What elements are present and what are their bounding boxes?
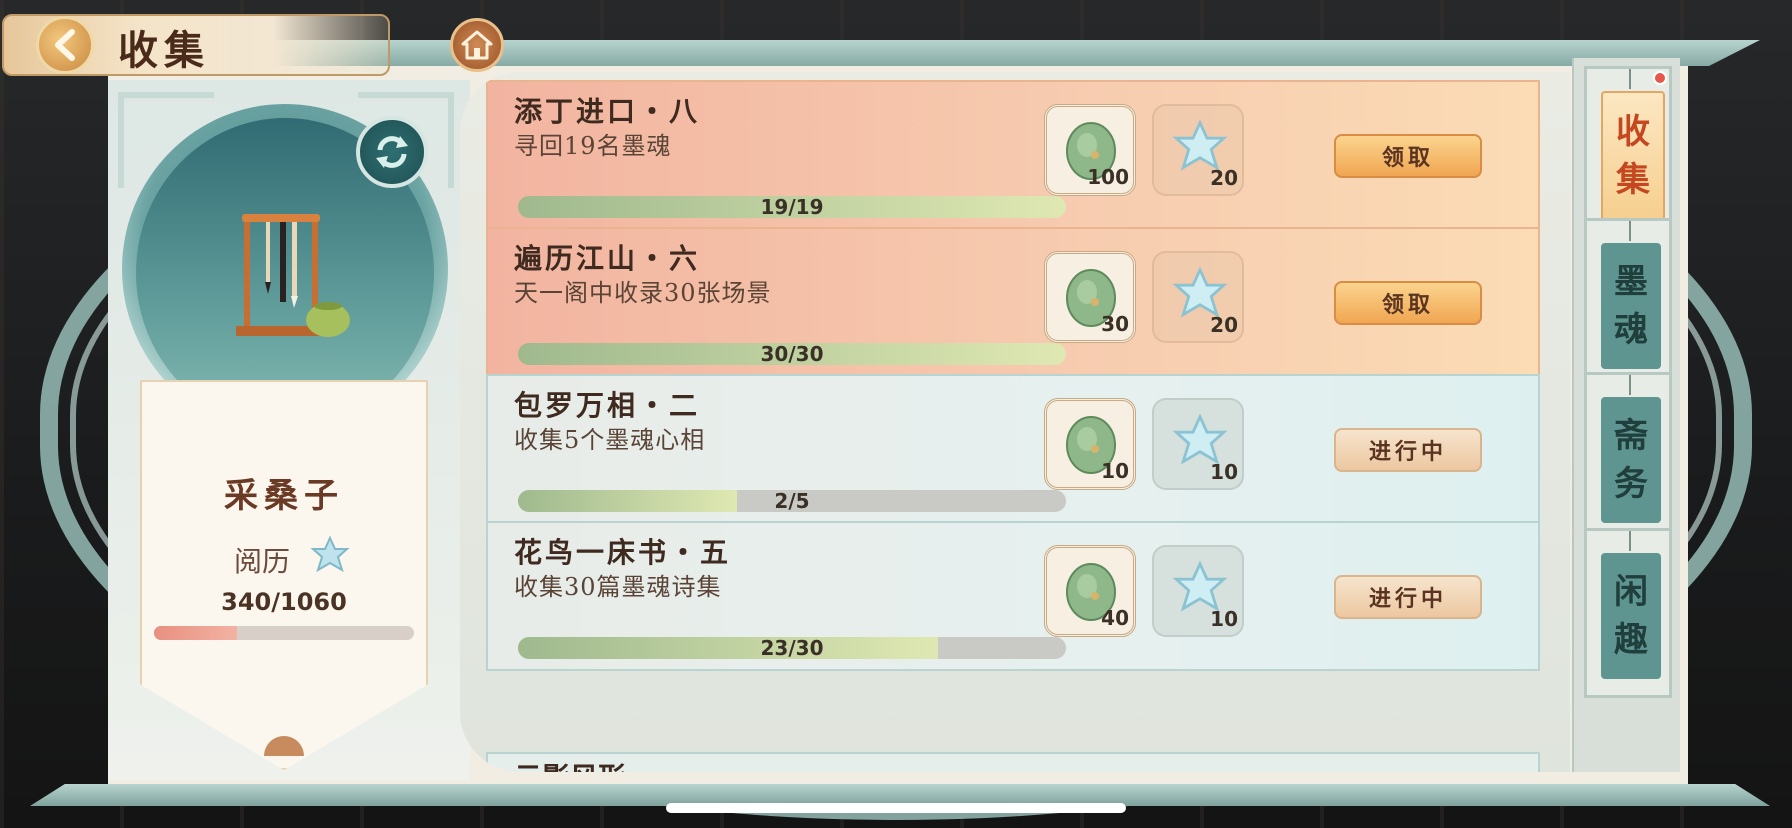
task-card[interactable]: 添丁进口・八 寻回19名墨魂 19/19 100 20 领取 [486, 80, 1540, 230]
reward-star[interactable]: 10 [1152, 545, 1244, 637]
tab-label-bottom: 趣 [1614, 620, 1648, 660]
reward-star[interactable]: 10 [1152, 398, 1244, 490]
exp-progress-bar [154, 626, 414, 640]
tab-label: 墨 魂 [1601, 243, 1661, 369]
home-indicator[interactable] [666, 803, 1126, 813]
tab-label-top: 收 [1616, 112, 1650, 152]
reward-jade-count: 40 [1101, 606, 1129, 630]
reward-star-count: 10 [1210, 460, 1238, 484]
task-progress-text: 30/30 [760, 343, 824, 365]
reward-jade[interactable]: 10 [1044, 398, 1136, 490]
tab-label-top: 斋 [1614, 416, 1648, 456]
task-card[interactable]: 包罗万相・二 收集5个墨魂心相 2/5 10 10 进行中 [486, 374, 1540, 524]
task-title: 花鸟一床书・五 [514, 536, 732, 569]
task-progress-bar: 23/30 [518, 637, 1066, 659]
exp-progress-fill [154, 626, 238, 640]
task-progress-bar: 30/30 [518, 343, 1066, 365]
tab-string [1629, 221, 1631, 241]
notification-badge [1653, 71, 1667, 85]
reward-jade[interactable]: 100 [1044, 104, 1136, 196]
tab-label-bottom: 务 [1614, 464, 1648, 504]
in-progress-button[interactable]: 进行中 [1334, 428, 1482, 472]
reward-jade[interactable]: 40 [1044, 545, 1136, 637]
back-button[interactable] [36, 16, 94, 74]
tab-collect[interactable]: 收 集 [1584, 66, 1672, 236]
task-title: 添丁进口・八 [514, 95, 701, 128]
home-button[interactable] [450, 18, 504, 72]
reward-jade-count: 100 [1087, 165, 1129, 189]
back-arrow-icon [55, 29, 75, 61]
reward-jade-count: 30 [1101, 312, 1129, 336]
task-description: 寻回19名墨魂 [514, 132, 672, 160]
task-progress-text: 2/5 [774, 490, 810, 512]
tab-string [1629, 531, 1631, 551]
in-progress-button[interactable]: 进行中 [1334, 575, 1482, 619]
star-crystal-icon [310, 536, 350, 573]
tab-label: 斋 务 [1601, 397, 1661, 523]
exp-value: 340/1060 [221, 588, 347, 616]
tab-label-bottom: 集 [1616, 160, 1650, 200]
task-list[interactable]: 云影风形・ 添丁进口・八 寻回19名墨魂 19/19 100 20 领取 遍历江… [460, 72, 1570, 772]
task-progress-bar: 19/19 [518, 196, 1066, 218]
tab-label: 闲 趣 [1601, 553, 1661, 679]
exp-label: 阅历 [234, 545, 291, 578]
character-name: 采桑子 [224, 476, 344, 516]
reward-jade-count: 10 [1101, 459, 1129, 483]
tab-label: 收 集 [1601, 91, 1665, 221]
reward-star-count: 10 [1210, 607, 1238, 631]
tab-label-top: 闲 [1614, 572, 1648, 612]
task-title: 遍历江山・六 [514, 242, 701, 275]
claim-button[interactable]: 领取 [1334, 134, 1482, 178]
task-progress-bar: 2/5 [518, 490, 1066, 512]
task-title: 云影风形・ [514, 756, 654, 772]
refresh-icon [376, 136, 408, 168]
tab-ink-soul[interactable]: 墨 魂 [1584, 218, 1672, 388]
reward-star[interactable]: 20 [1152, 104, 1244, 196]
task-description: 收集30篇墨魂诗集 [514, 573, 722, 601]
task-progress-text: 23/30 [760, 637, 824, 659]
refresh-button[interactable] [356, 116, 428, 188]
task-title: 包罗万相・二 [514, 389, 701, 422]
task-description: 天一阁中收录30张场景 [514, 279, 772, 307]
tab-leisure[interactable]: 闲 趣 [1584, 528, 1672, 698]
reward-star[interactable]: 20 [1152, 251, 1244, 343]
tab-string [1629, 375, 1631, 395]
tab-label-bottom: 魂 [1614, 310, 1648, 350]
task-progress-text: 19/19 [760, 196, 824, 218]
task-card[interactable]: 花鸟一床书・五 收集30篇墨魂诗集 23/30 40 10 进行中 [486, 521, 1540, 671]
reward-star-count: 20 [1210, 166, 1238, 190]
ink-pot-icon [306, 302, 350, 337]
tab-chores[interactable]: 斋 务 [1584, 372, 1672, 542]
claim-button[interactable]: 领取 [1334, 281, 1482, 325]
reward-jade[interactable]: 30 [1044, 251, 1136, 343]
page-title: 收集 [118, 27, 210, 74]
home-icon [461, 30, 493, 60]
task-card-partial[interactable]: 云影风形・ [486, 752, 1540, 772]
task-description: 收集5个墨魂心相 [514, 426, 706, 454]
reward-star-count: 20 [1210, 313, 1238, 337]
tab-string [1629, 69, 1631, 89]
tab-label-top: 墨 [1614, 262, 1648, 302]
task-card[interactable]: 遍历江山・六 天一阁中收录30张场景 30/30 30 20 领取 [486, 227, 1540, 377]
category-tabs: 收 集 墨 魂 斋 务 闲 趣 [1572, 58, 1680, 772]
